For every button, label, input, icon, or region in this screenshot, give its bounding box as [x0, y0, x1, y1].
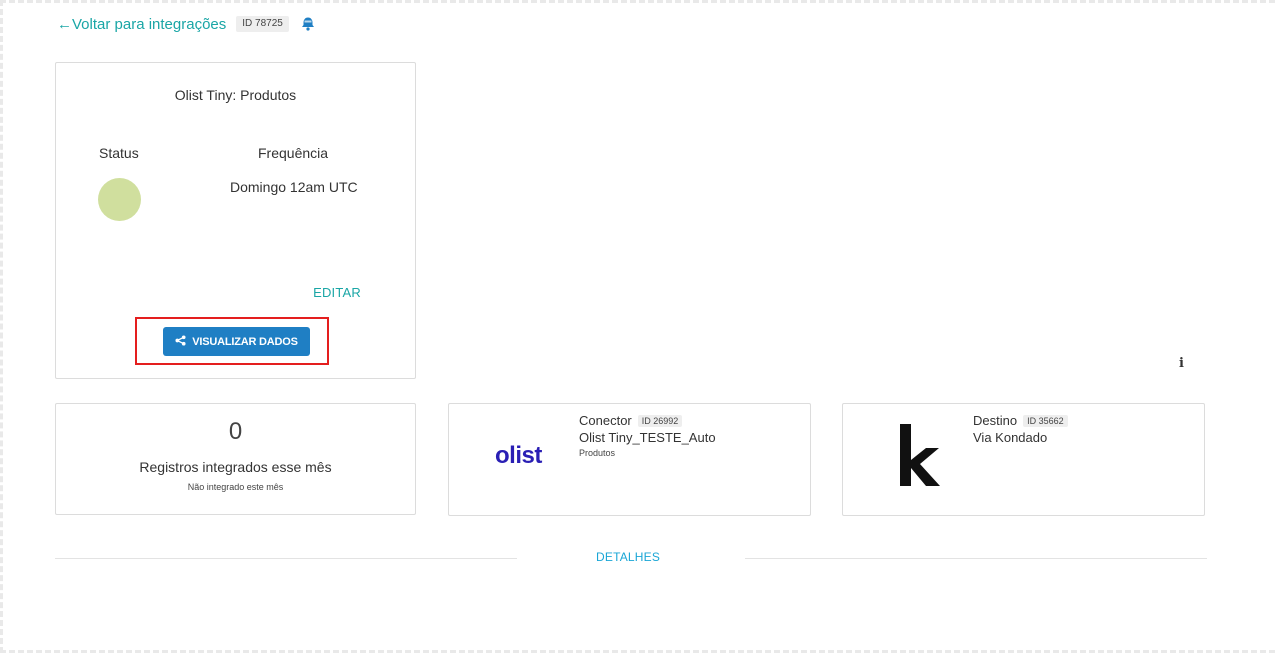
- divider-line-right: [745, 558, 1207, 559]
- share-icon: [175, 334, 186, 349]
- details-toggle[interactable]: DETALHES: [596, 550, 660, 564]
- kondado-k-logo: [898, 424, 940, 491]
- connector-name: Olist Tiny_TESTE_Auto: [579, 430, 716, 445]
- records-count: 0: [228, 418, 243, 445]
- destination-info: Destino ID 35662 Via Kondado: [973, 413, 1068, 445]
- connector-subtext: Produtos: [579, 448, 616, 458]
- bell-alert-icon[interactable]: [299, 15, 317, 33]
- edit-link[interactable]: EDITAR: [313, 285, 361, 300]
- integration-id-badge: ID 78725: [236, 16, 289, 32]
- details-divider: DETALHES: [55, 548, 1207, 568]
- records-subtext: Não integrado este mês: [187, 482, 284, 492]
- records-label: Registros integrados esse mês: [139, 459, 332, 475]
- back-to-integrations-link[interactable]: ←Voltar para integrações: [57, 16, 226, 33]
- info-icon[interactable]: i: [1179, 356, 1184, 371]
- destination-heading: Destino: [973, 413, 1018, 428]
- connector-id-badge: ID 26992: [637, 414, 683, 427]
- destination-id-badge: ID 35662: [1023, 414, 1068, 427]
- status-indicator: [98, 178, 141, 221]
- divider-line-left: [55, 558, 517, 559]
- connector-card[interactable]: olist Conector ID 26992 Olist Tiny_TESTE…: [448, 403, 811, 516]
- top-bar: ←Voltar para integrações ID 78725: [57, 14, 317, 34]
- view-data-button[interactable]: VISUALIZAR DADOS: [163, 327, 310, 356]
- view-data-label: VISUALIZAR DADOS: [192, 335, 298, 348]
- connector-heading: Conector: [579, 413, 632, 428]
- connector-info: Conector ID 26992 Olist Tiny_TESTE_Auto …: [579, 413, 716, 458]
- status-label: Status: [99, 145, 139, 161]
- frequency-label: Frequência: [258, 145, 329, 161]
- records-card: 0 Registros integrados esse mês Não inte…: [55, 403, 416, 515]
- integration-title: Olist Tiny: Produtos: [174, 87, 297, 103]
- frequency-value: Domingo 12am UTC: [230, 179, 358, 195]
- destination-card[interactable]: Destino ID 35662 Via Kondado: [842, 403, 1205, 516]
- integration-card: Olist Tiny: Produtos Status Frequência D…: [55, 62, 416, 379]
- olist-logo: olist: [495, 442, 542, 469]
- destination-name: Via Kondado: [973, 430, 1048, 445]
